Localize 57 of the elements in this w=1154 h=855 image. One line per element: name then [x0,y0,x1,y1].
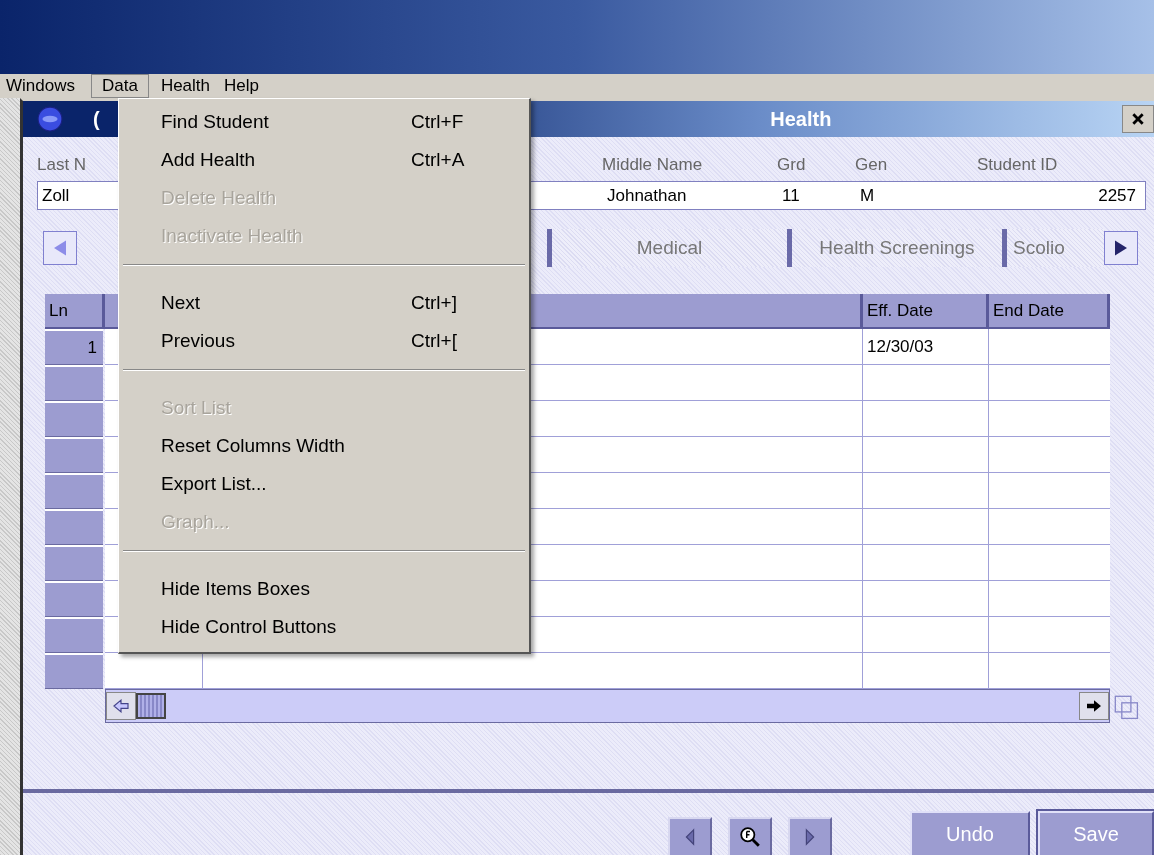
menu-item[interactable]: Hide Control Buttons [119,608,529,646]
magnifier-icon [739,826,761,848]
menu-item[interactable]: Add Health Ctrl+A [119,141,529,179]
right-triangle-icon [1113,239,1129,257]
table-cell: 12/30/03 [863,329,989,365]
next-button[interactable] [788,817,832,855]
menu-item[interactable]: Find Student Ctrl+F [119,103,529,141]
scroll-left-button[interactable] [106,692,136,720]
field-label: Student ID [976,155,1058,175]
left-triangle-icon [684,828,696,846]
menu-bar-item[interactable]: Help [220,75,269,97]
field-value: M [859,185,875,206]
scroll-right-button[interactable] [1079,692,1109,720]
field-value: Johnathan [606,185,687,206]
left-triangle-icon [52,239,68,257]
field-value: 2257 [1097,185,1137,206]
row-header[interactable] [45,617,103,653]
tab[interactable]: Medical [547,229,787,267]
menu-item[interactable]: Hide Items Boxes [119,570,529,608]
menu-item[interactable]: Next Ctrl+] [119,284,529,322]
row-header[interactable] [45,653,103,689]
field-value: Zoll [41,185,70,206]
left-arrow-icon [112,699,130,713]
tab[interactable]: Health Screenings [787,229,1002,267]
tab-scroll-right-button[interactable] [1104,231,1138,265]
right-arrow-icon [1085,699,1103,713]
field-label: Grd [777,155,806,175]
resize-corner-icon[interactable] [1114,695,1140,721]
row-header[interactable] [45,365,103,401]
right-triangle-icon [804,828,816,846]
row-header[interactable] [45,437,103,473]
close-icon [1131,112,1145,126]
menu-bar-item[interactable]: Health [156,75,221,97]
field-label: Middle Name [602,155,703,175]
close-button[interactable] [1122,105,1154,133]
row-header[interactable] [45,473,103,509]
field-value: 11 [781,185,800,206]
row-header[interactable]: 1 [45,329,103,365]
tab[interactable]: Scolio [1002,229,1104,267]
menu-item[interactable]: Reset Columns Width [119,427,529,465]
field-label: Gen [855,155,888,175]
row-header[interactable] [45,401,103,437]
scroll-thumb[interactable] [136,693,166,719]
row-header[interactable] [45,545,103,581]
menu-item[interactable]: Previous Ctrl+[ [119,322,529,360]
window-title-prefix: ( [93,107,100,131]
row-header[interactable] [45,581,103,617]
menu-bar-item[interactable]: Data [90,74,149,98]
tab-scroll-left-button[interactable] [43,231,77,265]
window-title: Health [770,107,832,131]
previous-button[interactable] [668,817,712,855]
field-label: Last N [37,155,87,175]
row-header[interactable] [45,509,103,545]
menu-item[interactable]: Export List... [119,465,529,503]
menu-bar-item[interactable]: Windows [2,75,85,97]
find-button[interactable] [728,817,772,855]
logo-icon [37,106,63,132]
